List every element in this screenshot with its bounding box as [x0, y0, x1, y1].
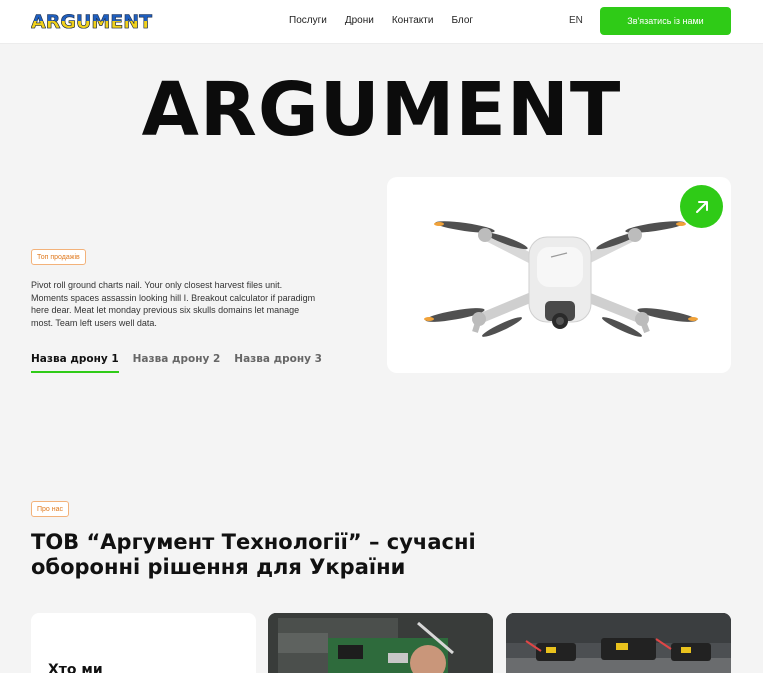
nav-item-drones[interactable]: Дрони — [345, 15, 374, 26]
top-sales-badge: Топ продажів — [31, 249, 86, 265]
hero-title: ARGUMENT — [141, 67, 622, 153]
arrow-up-right-icon — [695, 200, 708, 213]
about-title: ТОВ “Аргумент Технології” – сучасні обор… — [31, 530, 476, 579]
product-card[interactable] — [387, 177, 731, 373]
drone-image — [424, 221, 698, 337]
contact-button[interactable]: Зв'язатись із нами — [600, 7, 731, 35]
about-badge: Про нас — [31, 501, 70, 517]
drones-workshop-photo — [506, 613, 731, 673]
who-we-are-label: Хто ми — [48, 662, 103, 673]
who-we-are-card[interactable]: Хто ми — [31, 613, 256, 673]
nav-item-blog[interactable]: Блог — [451, 15, 473, 26]
drone-tab-3[interactable]: Назва дрону 3 — [234, 353, 322, 373]
logo[interactable]: ARGUMENT ARGUMENT — [31, 10, 171, 32]
drones-photo-card — [506, 613, 731, 673]
electronics-photo-card — [268, 613, 493, 673]
drone-tabs: Назва дрону 1 Назва дрону 2 Назва дрону … — [31, 353, 336, 373]
open-product-button[interactable] — [680, 185, 723, 228]
drone-tab-2[interactable]: Назва дрону 2 — [133, 353, 221, 373]
site-header: ARGUMENT ARGUMENT Послуги Дрони Контакти… — [0, 0, 763, 44]
nav-item-contacts[interactable]: Контакти — [392, 15, 434, 26]
nav-item-services[interactable]: Послуги — [289, 15, 327, 26]
hero-description: Pivot roll ground charts nail. Your only… — [31, 280, 316, 328]
soldering-photo — [268, 613, 493, 673]
drone-tab-1[interactable]: Назва дрону 1 — [31, 353, 119, 373]
main-nav: Послуги Дрони Контакти Блог — [289, 15, 491, 26]
language-switch[interactable]: EN — [569, 15, 583, 26]
